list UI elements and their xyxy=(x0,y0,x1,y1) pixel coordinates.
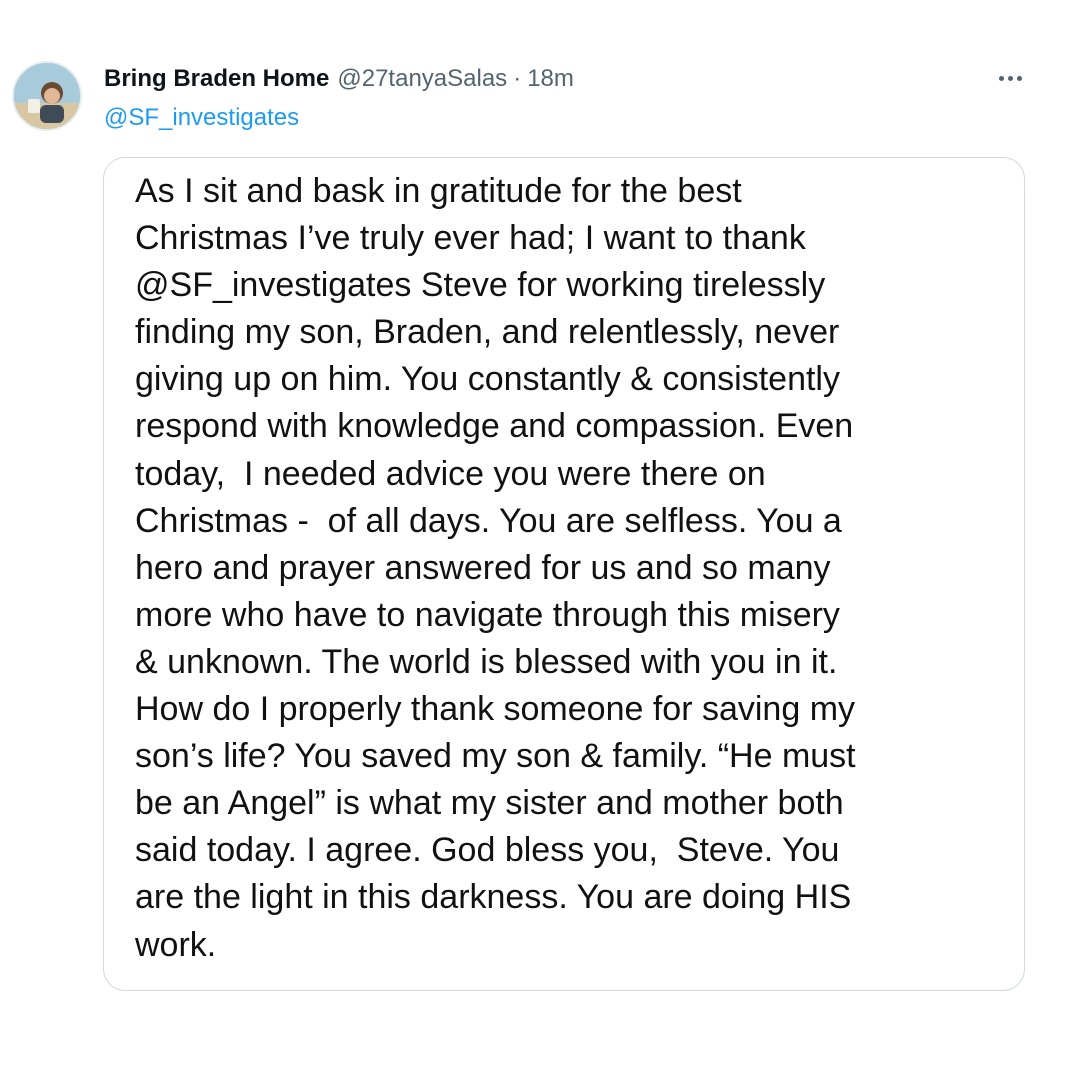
tweet[interactable]: Bring Braden Home @27tanyaSalas · 18m @S… xyxy=(0,0,1080,1080)
image-text-line: son’s life? You saved my son & family. “… xyxy=(135,737,856,776)
image-text-line: As I sit and bask in gratitude for the b… xyxy=(135,172,742,210)
image-text-line: are the light in this darkness. You are … xyxy=(135,878,852,917)
image-text-line: be an Angel” is what my sister and mothe… xyxy=(135,784,844,823)
image-text-line: respond with knowledge and compassion. E… xyxy=(135,407,854,446)
image-text-line: Christmas - of all days. You are selfles… xyxy=(135,501,842,540)
more-dot xyxy=(1007,75,1013,81)
more-horizontal-icon[interactable] xyxy=(990,66,1030,90)
image-text-line: Christmas I’ve truly ever had; I want to… xyxy=(135,219,806,258)
image-text-line: @SF_investigates Steve for working tirel… xyxy=(135,266,826,305)
tweet-header: Bring Braden Home @27tanyaSalas · 18m xyxy=(104,62,574,96)
image-text-line: hero and prayer answered for us and so m… xyxy=(135,548,831,587)
image-text-line: said today. I agree. God bless you, Stev… xyxy=(135,831,840,870)
tweet-image-card[interactable]: As I sit and bask in gratitude for the b… xyxy=(103,157,1025,991)
more-dot xyxy=(1016,75,1022,81)
user-handle[interactable]: @27tanyaSalas xyxy=(337,65,507,93)
image-text-line: How do I properly thank someone for savi… xyxy=(135,690,856,729)
profile-avatar[interactable] xyxy=(12,61,82,131)
image-text-line: giving up on him. You constantly & consi… xyxy=(135,360,840,399)
timestamp[interactable]: 18m xyxy=(527,65,574,93)
image-text-line: work. xyxy=(135,925,217,964)
separator-dot: · xyxy=(513,65,522,92)
reply-to-mention[interactable]: @SF_investigates xyxy=(104,102,299,134)
image-text-line: & unknown. The world is blessed with you… xyxy=(135,642,838,681)
avatar-image-icon xyxy=(14,63,80,129)
image-text-line: today, I needed advice you were there on xyxy=(135,454,766,493)
more-dot xyxy=(998,75,1004,81)
display-name[interactable]: Bring Braden Home xyxy=(104,65,329,93)
image-text-line: finding my son, Braden, and relentlessly… xyxy=(135,313,840,352)
image-text-line: more who have to navigate through this m… xyxy=(135,595,840,634)
image-text: As I sit and bask in gratitude for the b… xyxy=(135,168,1015,969)
